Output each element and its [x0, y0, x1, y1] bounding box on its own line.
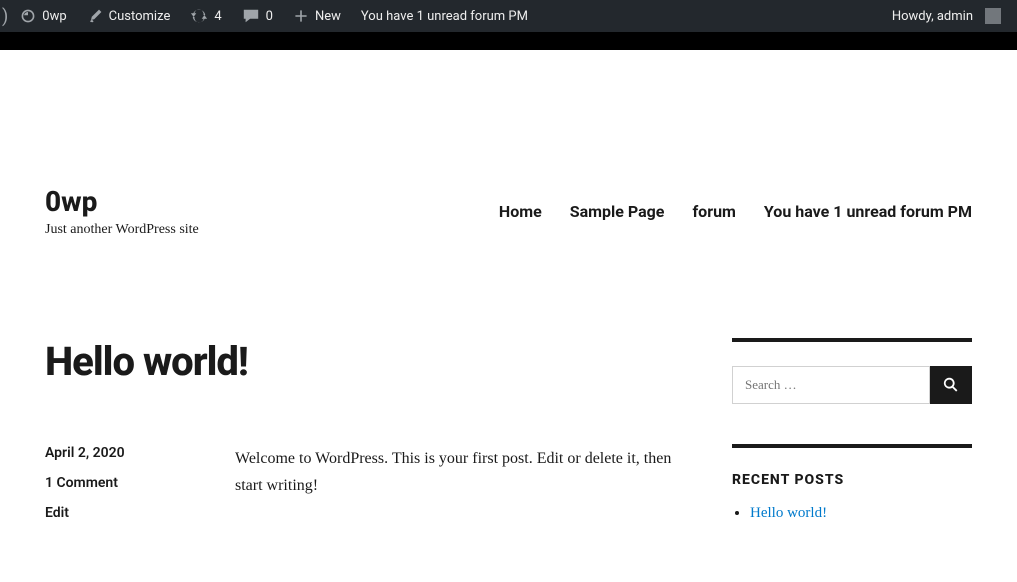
admin-customize-label: Customize: [109, 9, 171, 24]
content-area: Hello world! April 2, 2020 1 Comment Edi…: [45, 338, 672, 562]
admin-new-label: New: [315, 9, 341, 24]
admin-comments-count: 0: [266, 9, 273, 24]
comment-icon: [242, 7, 260, 25]
post-title[interactable]: Hello world!: [45, 338, 672, 385]
nav-sample-page[interactable]: Sample Page: [570, 202, 665, 221]
plus-icon: [293, 8, 309, 24]
admin-updates-count: 4: [214, 9, 221, 24]
admin-bar-right: Howdy, admin: [884, 8, 1009, 24]
refresh-icon: [190, 7, 208, 25]
admin-customize[interactable]: Customize: [79, 8, 179, 24]
admin-site-name: 0wp: [42, 9, 66, 24]
post-content: Welcome to WordPress. This is your first…: [235, 445, 672, 535]
avatar: [985, 8, 1001, 24]
post-meta: April 2, 2020 1 Comment Edit: [45, 445, 195, 535]
recent-post-link[interactable]: Hello world!: [750, 505, 827, 521]
nav-home[interactable]: Home: [499, 202, 542, 221]
admin-pm-notice[interactable]: You have 1 unread forum PM: [353, 9, 536, 24]
list-item: Hello world!: [750, 504, 972, 522]
admin-bar: ) 0wp Customize 4 0 New You have 1 unrea…: [0, 0, 1017, 32]
admin-bar-shadow: [0, 32, 1017, 50]
widget-divider: [732, 338, 972, 342]
dashboard-icon: [20, 8, 36, 24]
admin-updates[interactable]: 4: [182, 7, 229, 25]
site-header: 0wp Just another WordPress site Home Sam…: [0, 145, 1017, 258]
post-comments-link[interactable]: 1 Comment: [45, 475, 195, 491]
main-nav: Home Sample Page forum You have 1 unread…: [499, 202, 972, 221]
search-icon: [942, 376, 960, 394]
post-edit-link[interactable]: Edit: [45, 505, 195, 521]
admin-bar-left: ) 0wp Customize 4 0 New You have 1 unrea…: [8, 6, 536, 27]
recent-posts-list: Hello world!: [732, 504, 972, 522]
wp-logo-partial[interactable]: ): [2, 6, 8, 27]
nav-forum[interactable]: forum: [692, 202, 735, 221]
brush-icon: [87, 8, 103, 24]
admin-greeting: Howdy, admin: [892, 9, 973, 24]
post-date[interactable]: April 2, 2020: [45, 445, 195, 461]
sidebar: RECENT POSTS Hello world!: [732, 338, 972, 562]
admin-new[interactable]: New: [285, 8, 349, 24]
admin-pm-text: You have 1 unread forum PM: [361, 9, 528, 24]
widget-divider: [732, 444, 972, 448]
nav-pm-notice[interactable]: You have 1 unread forum PM: [764, 202, 972, 221]
search-button[interactable]: [930, 366, 972, 404]
site-tagline: Just another WordPress site: [45, 222, 199, 238]
post-body: April 2, 2020 1 Comment Edit Welcome to …: [45, 445, 672, 535]
recent-posts-title: RECENT POSTS: [732, 472, 972, 488]
admin-site-link[interactable]: 0wp: [12, 8, 74, 24]
site-title[interactable]: 0wp: [45, 185, 199, 218]
site-branding: 0wp Just another WordPress site: [45, 185, 199, 238]
search-widget: [732, 338, 972, 404]
admin-account[interactable]: Howdy, admin: [884, 8, 1009, 24]
recent-posts-widget: RECENT POSTS Hello world!: [732, 444, 972, 522]
search-form: [732, 366, 972, 404]
search-input[interactable]: [732, 366, 930, 404]
main-content: Hello world! April 2, 2020 1 Comment Edi…: [0, 258, 1017, 582]
admin-comments[interactable]: 0: [234, 7, 281, 25]
